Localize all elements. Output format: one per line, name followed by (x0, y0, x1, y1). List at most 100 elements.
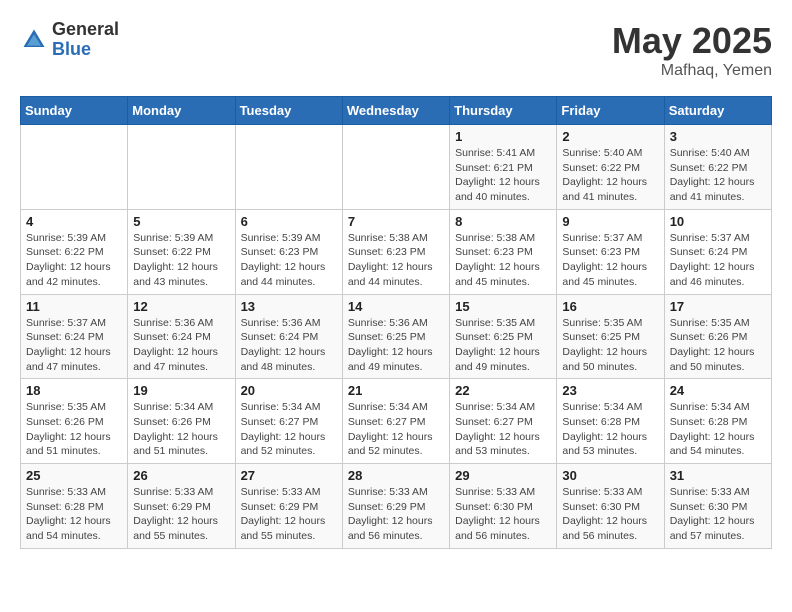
day-info: Sunrise: 5:33 AM Sunset: 6:30 PM Dayligh… (670, 485, 766, 544)
day-number: 7 (348, 214, 444, 229)
day-info: Sunrise: 5:34 AM Sunset: 6:27 PM Dayligh… (348, 400, 444, 459)
day-info: Sunrise: 5:33 AM Sunset: 6:28 PM Dayligh… (26, 485, 122, 544)
day-info: Sunrise: 5:34 AM Sunset: 6:28 PM Dayligh… (562, 400, 658, 459)
calendar-cell: 10 Sunrise: 5:37 AM Sunset: 6:24 PM Dayli… (664, 209, 771, 294)
calendar-cell: 20 Sunrise: 5:34 AM Sunset: 6:27 PM Dayli… (235, 379, 342, 464)
day-number: 31 (670, 468, 766, 483)
calendar-header-row: SundayMondayTuesdayWednesdayThursdayFrid… (21, 97, 772, 125)
day-info: Sunrise: 5:35 AM Sunset: 6:26 PM Dayligh… (670, 316, 766, 375)
title-block: May 2025 Mafhaq, Yemen (612, 20, 772, 80)
calendar-cell (235, 125, 342, 210)
day-info: Sunrise: 5:37 AM Sunset: 6:24 PM Dayligh… (26, 316, 122, 375)
calendar-cell: 2Sunrise: 5:40 AM Sunset: 6:22 PM Daylig… (557, 125, 664, 210)
calendar-cell: 11Sunrise: 5:37 AM Sunset: 6:24 PM Dayli… (21, 294, 128, 379)
day-header-sunday: Sunday (21, 97, 128, 125)
day-number: 13 (241, 299, 337, 314)
day-number: 30 (562, 468, 658, 483)
day-info: Sunrise: 5:40 AM Sunset: 6:22 PM Dayligh… (670, 146, 766, 205)
day-number: 27 (241, 468, 337, 483)
day-header-monday: Monday (128, 97, 235, 125)
location: Mafhaq, Yemen (612, 62, 772, 80)
calendar-cell: 14 Sunrise: 5:36 AM Sunset: 6:25 PM Dayli… (342, 294, 449, 379)
calendar-cell: 24 Sunrise: 5:34 AM Sunset: 6:28 PM Dayli… (664, 379, 771, 464)
day-info: Sunrise: 5:38 AM Sunset: 6:23 PM Dayligh… (348, 231, 444, 290)
calendar-cell: 9 Sunrise: 5:37 AM Sunset: 6:23 PM Daylig… (557, 209, 664, 294)
calendar-week-4: 18Sunrise: 5:35 AM Sunset: 6:26 PM Dayli… (21, 379, 772, 464)
calendar-cell: 17 Sunrise: 5:35 AM Sunset: 6:26 PM Dayli… (664, 294, 771, 379)
day-info: Sunrise: 5:35 AM Sunset: 6:26 PM Dayligh… (26, 400, 122, 459)
day-number: 25 (26, 468, 122, 483)
calendar-cell: 31 Sunrise: 5:33 AM Sunset: 6:30 PM Dayli… (664, 464, 771, 549)
calendar-week-1: 1 Sunrise: 5:41 AM Sunset: 6:21 PM Daylig… (21, 125, 772, 210)
logo-blue: Blue (52, 40, 119, 60)
calendar-cell: 23 Sunrise: 5:34 AM Sunset: 6:28 PM Dayli… (557, 379, 664, 464)
day-info: Sunrise: 5:37 AM Sunset: 6:23 PM Dayligh… (562, 231, 658, 290)
day-info: Sunrise: 5:34 AM Sunset: 6:26 PM Dayligh… (133, 400, 229, 459)
day-number: 23 (562, 383, 658, 398)
calendar-cell: 1 Sunrise: 5:41 AM Sunset: 6:21 PM Daylig… (450, 125, 557, 210)
calendar-cell: 15 Sunrise: 5:35 AM Sunset: 6:25 PM Dayli… (450, 294, 557, 379)
day-number: 16 (562, 299, 658, 314)
day-info: Sunrise: 5:34 AM Sunset: 6:27 PM Dayligh… (455, 400, 551, 459)
day-info: Sunrise: 5:39 AM Sunset: 6:22 PM Dayligh… (26, 231, 122, 290)
day-number: 8 (455, 214, 551, 229)
calendar-cell: 29 Sunrise: 5:33 AM Sunset: 6:30 PM Dayli… (450, 464, 557, 549)
calendar-cell: 5 Sunrise: 5:39 AM Sunset: 6:22 PM Daylig… (128, 209, 235, 294)
day-info: Sunrise: 5:39 AM Sunset: 6:23 PM Dayligh… (241, 231, 337, 290)
day-number: 15 (455, 299, 551, 314)
day-info: Sunrise: 5:35 AM Sunset: 6:25 PM Dayligh… (455, 316, 551, 375)
calendar-table: SundayMondayTuesdayWednesdayThursdayFrid… (20, 96, 772, 549)
day-number: 1 (455, 129, 551, 144)
logo: General Blue (20, 20, 119, 60)
calendar-cell: 22 Sunrise: 5:34 AM Sunset: 6:27 PM Dayli… (450, 379, 557, 464)
day-number: 4 (26, 214, 122, 229)
calendar-cell (128, 125, 235, 210)
calendar-cell: 25 Sunrise: 5:33 AM Sunset: 6:28 PM Dayli… (21, 464, 128, 549)
day-info: Sunrise: 5:39 AM Sunset: 6:22 PM Dayligh… (133, 231, 229, 290)
day-number: 24 (670, 383, 766, 398)
day-number: 20 (241, 383, 337, 398)
day-number: 12 (133, 299, 229, 314)
day-info: Sunrise: 5:33 AM Sunset: 6:29 PM Dayligh… (133, 485, 229, 544)
month-year: May 2025 (612, 20, 772, 62)
day-info: Sunrise: 5:36 AM Sunset: 6:25 PM Dayligh… (348, 316, 444, 375)
calendar-cell: 3 Sunrise: 5:40 AM Sunset: 6:22 PM Daylig… (664, 125, 771, 210)
day-number: 9 (562, 214, 658, 229)
day-number: 10 (670, 214, 766, 229)
calendar-week-5: 25 Sunrise: 5:33 AM Sunset: 6:28 PM Dayli… (21, 464, 772, 549)
calendar-week-2: 4 Sunrise: 5:39 AM Sunset: 6:22 PM Daylig… (21, 209, 772, 294)
calendar-cell: 30Sunrise: 5:33 AM Sunset: 6:30 PM Dayli… (557, 464, 664, 549)
day-number: 14 (348, 299, 444, 314)
day-header-wednesday: Wednesday (342, 97, 449, 125)
day-number: 5 (133, 214, 229, 229)
calendar-cell: 6Sunrise: 5:39 AM Sunset: 6:23 PM Daylig… (235, 209, 342, 294)
day-info: Sunrise: 5:41 AM Sunset: 6:21 PM Dayligh… (455, 146, 551, 205)
calendar-cell: 13Sunrise: 5:36 AM Sunset: 6:24 PM Dayli… (235, 294, 342, 379)
day-info: Sunrise: 5:33 AM Sunset: 6:29 PM Dayligh… (348, 485, 444, 544)
day-number: 22 (455, 383, 551, 398)
logo-icon (20, 26, 48, 54)
day-header-thursday: Thursday (450, 97, 557, 125)
day-info: Sunrise: 5:37 AM Sunset: 6:24 PM Dayligh… (670, 231, 766, 290)
day-info: Sunrise: 5:34 AM Sunset: 6:27 PM Dayligh… (241, 400, 337, 459)
calendar-cell: 21 Sunrise: 5:34 AM Sunset: 6:27 PM Dayli… (342, 379, 449, 464)
calendar-cell: 16Sunrise: 5:35 AM Sunset: 6:25 PM Dayli… (557, 294, 664, 379)
calendar-cell: 27 Sunrise: 5:33 AM Sunset: 6:29 PM Dayli… (235, 464, 342, 549)
day-number: 17 (670, 299, 766, 314)
calendar-cell: 7 Sunrise: 5:38 AM Sunset: 6:23 PM Daylig… (342, 209, 449, 294)
day-info: Sunrise: 5:36 AM Sunset: 6:24 PM Dayligh… (133, 316, 229, 375)
day-info: Sunrise: 5:34 AM Sunset: 6:28 PM Dayligh… (670, 400, 766, 459)
day-info: Sunrise: 5:33 AM Sunset: 6:29 PM Dayligh… (241, 485, 337, 544)
day-number: 21 (348, 383, 444, 398)
calendar-cell (21, 125, 128, 210)
calendar-cell: 12 Sunrise: 5:36 AM Sunset: 6:24 PM Dayli… (128, 294, 235, 379)
calendar-cell: 4 Sunrise: 5:39 AM Sunset: 6:22 PM Daylig… (21, 209, 128, 294)
calendar-cell: 19Sunrise: 5:34 AM Sunset: 6:26 PM Dayli… (128, 379, 235, 464)
calendar-cell: 26Sunrise: 5:33 AM Sunset: 6:29 PM Dayli… (128, 464, 235, 549)
day-header-saturday: Saturday (664, 97, 771, 125)
page-header: General Blue May 2025 Mafhaq, Yemen (20, 20, 772, 80)
day-info: Sunrise: 5:33 AM Sunset: 6:30 PM Dayligh… (455, 485, 551, 544)
day-number: 3 (670, 129, 766, 144)
calendar-cell: 18Sunrise: 5:35 AM Sunset: 6:26 PM Dayli… (21, 379, 128, 464)
day-number: 29 (455, 468, 551, 483)
